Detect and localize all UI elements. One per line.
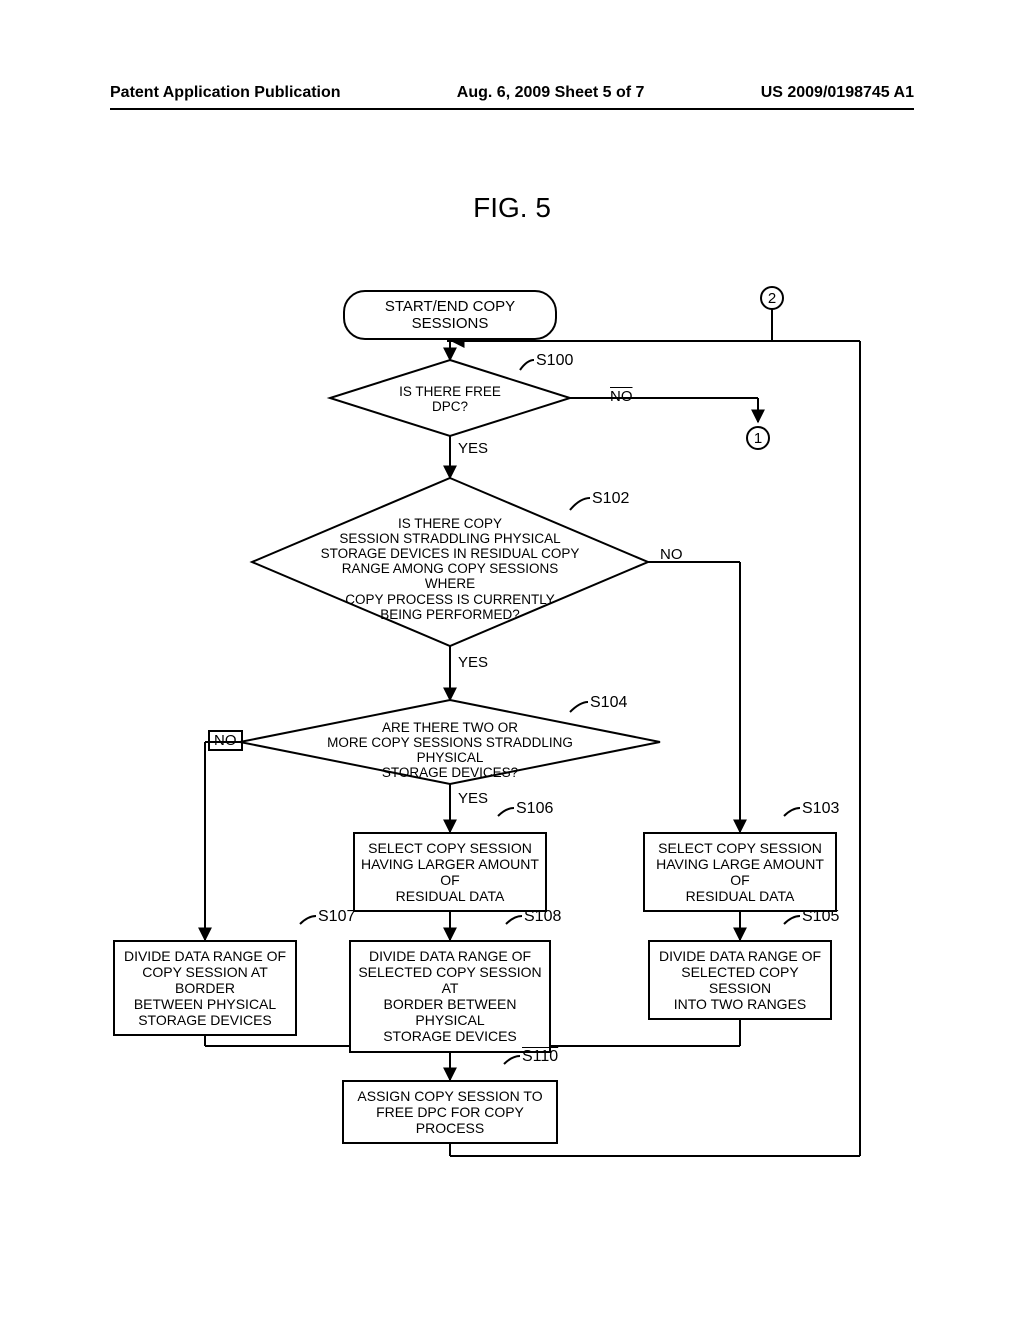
process-s107: DIVIDE DATA RANGE OFCOPY SESSION AT BORD… <box>113 940 297 1036</box>
branch-s104-no: NO <box>208 730 243 751</box>
start-terminator: START/END COPY SESSIONS <box>343 290 557 340</box>
decision-s102 <box>252 478 648 646</box>
step-label-s110: S110 <box>522 1048 558 1066</box>
process-s106: SELECT COPY SESSIONHAVING LARGER AMOUNT … <box>353 832 547 912</box>
step-label-s107: S107 <box>318 908 355 926</box>
process-s105: DIVIDE DATA RANGE OFSELECTED COPY SESSIO… <box>648 940 832 1020</box>
connector-1: 1 <box>746 426 770 450</box>
decision-s104 <box>240 700 660 784</box>
step-label-s108: S108 <box>524 908 561 926</box>
branch-s104-yes: YES <box>458 790 488 807</box>
branch-s102-yes: YES <box>458 654 488 671</box>
process-s108: DIVIDE DATA RANGE OFSELECTED COPY SESSIO… <box>349 940 551 1053</box>
branch-s100-no: NO <box>606 388 637 405</box>
connector-2: 2 <box>760 286 784 310</box>
step-label-s102: S102 <box>592 490 629 508</box>
step-label-s104: S104 <box>590 694 627 712</box>
step-label-s103: S103 <box>802 800 839 818</box>
branch-s102-no: NO <box>660 546 683 563</box>
step-label-s100: S100 <box>536 352 573 370</box>
decision-s100 <box>330 360 570 436</box>
branch-s100-yes: YES <box>458 440 488 457</box>
step-label-s106: S106 <box>516 800 553 818</box>
patent-page: Patent Application Publication Aug. 6, 2… <box>0 0 1024 1320</box>
process-s110: ASSIGN COPY SESSION TOFREE DPC FOR COPY … <box>342 1080 558 1144</box>
step-label-s105: S105 <box>802 908 839 926</box>
process-s103: SELECT COPY SESSIONHAVING LARGE AMOUNT O… <box>643 832 837 912</box>
